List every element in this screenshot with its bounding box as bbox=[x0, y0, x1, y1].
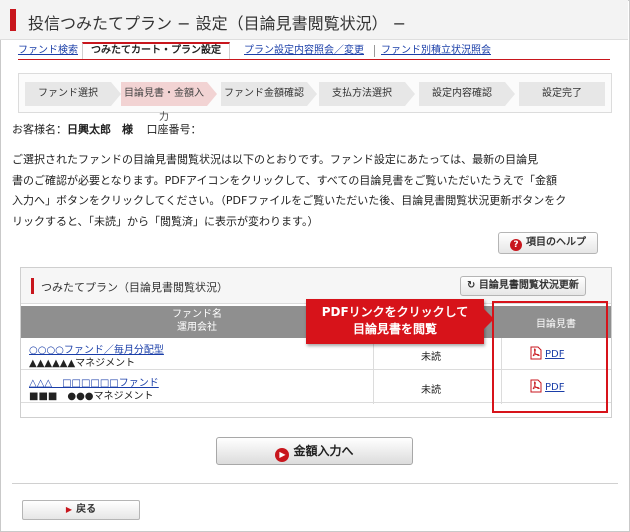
tab-separator bbox=[374, 45, 375, 57]
page-header: 投信つみたてプラン − 設定（目論見書閲覧状況） − bbox=[0, 0, 628, 40]
panel-title: つみたてプラン（目論見書閲覧状況） bbox=[41, 281, 228, 294]
pdf-column-highlight bbox=[492, 301, 608, 413]
instruction-text: ご選択されたファンドの目論見書閲覧状況は以下のとおりです。ファンド設定にあたって… bbox=[12, 150, 618, 232]
arrow-right-icon: ▶ bbox=[275, 448, 290, 462]
progress-steps: ファンド選択 目論見書・金額入力 ファンド金額確認 支払方法選択 設定内容確認 … bbox=[18, 73, 612, 123]
header-accent-bar bbox=[10, 9, 16, 31]
step-label: 設定完了 bbox=[542, 88, 582, 99]
step-prospectus-amount: 目論見書・金額入力 bbox=[121, 82, 217, 123]
callout-line: PDFリンクをクリックして bbox=[321, 305, 469, 319]
step-fund-amount-confirm: ファンド金額確認 bbox=[221, 82, 317, 106]
step-label: 支払方法選択 bbox=[332, 88, 392, 99]
step-label: ファンド選択 bbox=[38, 88, 98, 99]
management-company: ▲▲▲▲▲▲マネジメント bbox=[29, 358, 136, 369]
refresh-icon: ↻ bbox=[467, 280, 476, 291]
update-status-label: 目論見書閲覧状況更新 bbox=[478, 280, 579, 291]
customer-name-label: お客様名： bbox=[12, 123, 67, 136]
panel-accent-bar bbox=[31, 278, 34, 294]
step-payment-method: 支払方法選択 bbox=[319, 82, 415, 106]
callout-arrow bbox=[484, 309, 494, 329]
back-button[interactable]: ▶ 戻る bbox=[22, 500, 140, 520]
read-status: 未読 bbox=[421, 385, 441, 396]
instruction-line: ご選択されたファンドの目論見書閲覧状況は以下のとおりです。ファンド設定にあたって… bbox=[12, 153, 539, 166]
triangle-right-icon: ▶ bbox=[65, 505, 73, 514]
step-settings-confirm: 設定内容確認 bbox=[419, 82, 515, 106]
tab-underline bbox=[18, 59, 610, 60]
tab-fund-status[interactable]: ファンド別積立状況照会 bbox=[381, 42, 491, 60]
amount-input-button[interactable]: ▶ 金額入力へ bbox=[216, 437, 413, 465]
tab-fund-search[interactable]: ファンド検索 bbox=[18, 42, 78, 60]
help-button-label: 項目のヘルプ bbox=[526, 237, 586, 248]
instruction-line: リックすると、「未読」から「閲覧済」に表示が変わります。） bbox=[12, 214, 319, 228]
update-status-button[interactable]: ↻ 目論見書閲覧状況更新 bbox=[460, 276, 586, 296]
account-number-label: 口座番号： bbox=[146, 123, 202, 136]
tab-plan-inquiry[interactable]: プラン設定内容照会／変更 bbox=[244, 42, 364, 60]
step-fund-select: ファンド選択 bbox=[25, 82, 121, 106]
back-button-label: 戻る bbox=[76, 504, 97, 515]
instruction-line: 書のご確認が必要となります。PDFアイコンをクリックして、すべての目論見書をご覧… bbox=[12, 173, 558, 187]
step-label: ファンド金額確認 bbox=[224, 88, 304, 99]
customer-name: 日興太郎 様 bbox=[67, 123, 133, 136]
read-status: 未読 bbox=[421, 352, 441, 363]
help-button[interactable]: ? 項目のヘルプ bbox=[498, 232, 598, 254]
customer-info: お客様名：日興太郎 様 口座番号： bbox=[12, 121, 202, 137]
step-label: 設定内容確認 bbox=[432, 88, 492, 99]
callout-line: 目論見書を閲覧 bbox=[352, 322, 437, 336]
amount-input-label: 金額入力へ bbox=[293, 444, 354, 458]
step-complete: 設定完了 bbox=[519, 82, 605, 106]
management-company: ■■■ ●●●マネジメント bbox=[29, 391, 154, 402]
page-title: 投信つみたてプラン − 設定（目論見書閲覧状況） − bbox=[28, 14, 407, 33]
instruction-line: 入力へ」ボタンをクリックしてください。（PDFファイルをご覧いただいた後、目論見… bbox=[12, 194, 567, 207]
divider bbox=[12, 483, 618, 484]
tab-cart-plan-settings[interactable]: つみたてカート・プラン設定 bbox=[82, 42, 230, 60]
question-icon: ? bbox=[510, 239, 522, 251]
pdf-callout: PDFリンクをクリックして 目論見書を閲覧 bbox=[306, 299, 494, 344]
